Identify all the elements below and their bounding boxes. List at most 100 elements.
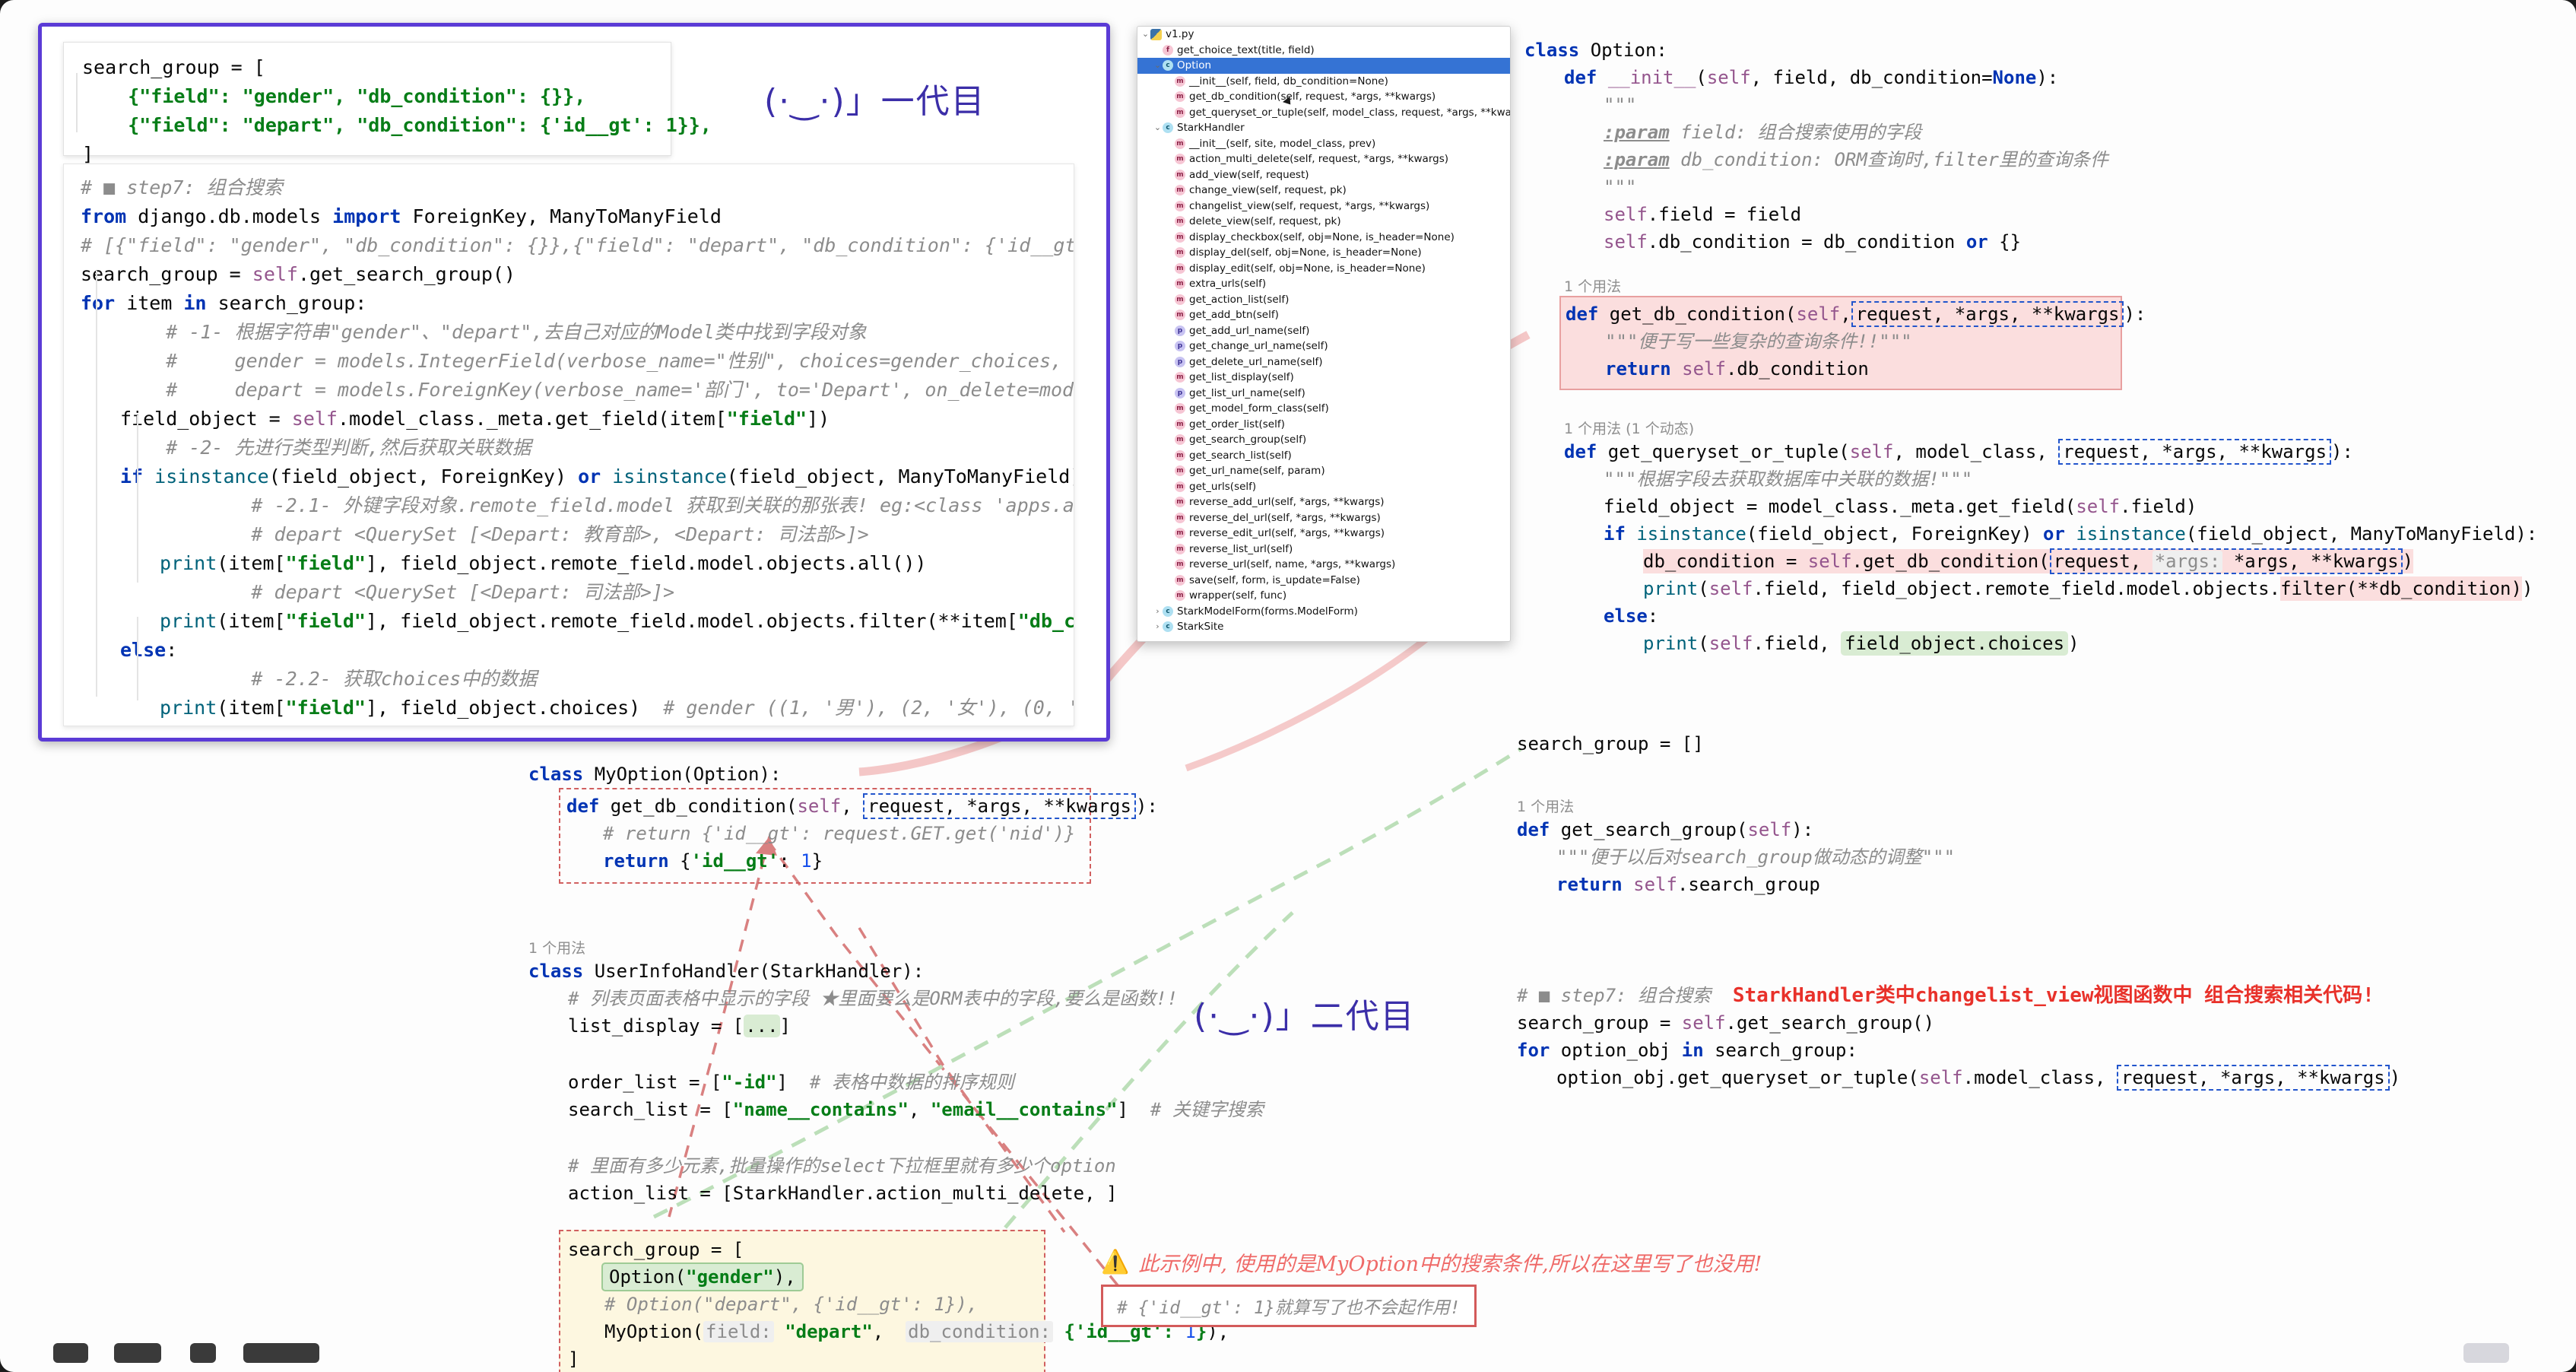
class-badge-icon: c bbox=[1163, 122, 1173, 134]
tree-row[interactable]: m get_action_list(self) bbox=[1137, 292, 1510, 308]
tree-row-label: action_multi_delete(self, request, *args… bbox=[1189, 153, 1449, 165]
indent-guide bbox=[76, 73, 78, 132]
tree-row[interactable]: m reverse_del_url(self, *args, **kwargs) bbox=[1137, 510, 1510, 526]
tree-row[interactable]: m extra_urls(self) bbox=[1137, 276, 1510, 292]
method-badge-icon: m bbox=[1175, 310, 1185, 321]
method-badge-icon: m bbox=[1175, 512, 1185, 523]
screenshot-canvas: search_group = [ {"field": "gender", "db… bbox=[0, 0, 2576, 1372]
tree-row[interactable]: p get_change_url_name(self) bbox=[1137, 338, 1510, 354]
first-gen-kaomoji-label: (·‿·)」一代目 bbox=[764, 82, 986, 121]
code-line-6: # gender = models.IntegerField(verbose_n… bbox=[166, 350, 1063, 372]
chevron-down-icon[interactable]: ⌄ bbox=[1153, 120, 1163, 136]
tree-row[interactable]: m display_edit(self, obj=None, is_header=… bbox=[1137, 261, 1510, 277]
opt-getdb-sig: def get_db_condition(self, request, *args… bbox=[1561, 300, 2146, 328]
rb-doc: """便于以后对search_group做动态的调整""" bbox=[1556, 846, 1956, 868]
tree-row[interactable]: m get_list_display(self) bbox=[1137, 370, 1510, 386]
chevron-down-icon[interactable]: ⌄ bbox=[1140, 27, 1150, 43]
rb-return: return self.search_group bbox=[1556, 874, 1820, 895]
search-group-dashed-box: search_group = [ Option("gender"), # Opt… bbox=[559, 1230, 1229, 1372]
tree-row[interactable]: ⌄ v1.py bbox=[1137, 27, 1510, 43]
tree-row[interactable]: m __init__(self, site, model_class, prev) bbox=[1137, 136, 1510, 152]
method-badge-icon: m bbox=[1175, 449, 1185, 461]
tree-row[interactable]: m save(self, form, is_update=False) bbox=[1137, 573, 1510, 589]
method-badge-icon: m bbox=[1175, 138, 1185, 149]
tree-row[interactable]: m get_urls(self) bbox=[1137, 479, 1510, 495]
tree-row[interactable]: m display_checkbox(self, obj=None, is_hea… bbox=[1137, 230, 1510, 246]
mid-def-line: def get_db_condition(self, request, *arg… bbox=[566, 792, 1158, 820]
tree-row[interactable]: m add_view(self, request) bbox=[1137, 167, 1510, 183]
tree-row[interactable]: m get_db_condition(self, request, *args, … bbox=[1137, 89, 1510, 105]
tree-row-label: extra_urls(self) bbox=[1189, 278, 1267, 290]
code-line-12: # depart <QuerySet [<Depart: 教育部>, <Depa… bbox=[160, 523, 869, 545]
tree-row[interactable]: m get_add_btn(self) bbox=[1137, 307, 1510, 323]
opt-assign-db: self.db_condition = db_condition or {} bbox=[1604, 231, 2022, 252]
tree-row[interactable]: f get_choice_text(title, field) bbox=[1137, 43, 1510, 59]
tree-row[interactable]: m reverse_url(self, name, *args, **kwargs… bbox=[1137, 557, 1510, 573]
tree-row[interactable]: m changelist_view(self, request, *args, *… bbox=[1137, 198, 1510, 214]
mid-comment-line: # return {'id__gt': request.GET.get('nid… bbox=[603, 823, 1076, 844]
tree-row[interactable]: m get_queryset_or_tuple(self, model_class… bbox=[1137, 105, 1510, 121]
tree-row-label: __init__(self, field, db_condition=None) bbox=[1189, 75, 1388, 87]
tree-row-label: display_edit(self, obj=None, is_header=N… bbox=[1189, 262, 1426, 275]
tree-row[interactable]: m get_order_list(self) bbox=[1137, 417, 1510, 433]
tree-row[interactable]: m reverse_edit_url(self, *args, **kwargs) bbox=[1137, 526, 1510, 541]
mid-order-list: order_list = ["-id"] # 表格中数据的排序规则 bbox=[568, 1072, 1014, 1093]
tree-row[interactable]: ⌄ c StarkHandler bbox=[1137, 120, 1510, 136]
tree-row[interactable]: m get_url_name(self, param) bbox=[1137, 463, 1510, 479]
tree-row-label: get_model_form_class(self) bbox=[1189, 402, 1329, 414]
tree-row[interactable]: m get_search_list(self) bbox=[1137, 448, 1510, 464]
opt-gqot-else: else: bbox=[1604, 605, 1659, 627]
snippet-line-2: {"field": "depart", "db_condition": {'id… bbox=[82, 114, 712, 136]
usage-label-1: 1 个用法 bbox=[1564, 278, 1622, 295]
tree-row-label: get_queryset_or_tuple(self, model_class,… bbox=[1189, 106, 1511, 119]
tree-row[interactable]: m get_model_form_class(self) bbox=[1137, 401, 1510, 417]
tree-row[interactable]: m wrapper(self, func) bbox=[1137, 588, 1510, 604]
class-badge-icon: c bbox=[1163, 621, 1173, 633]
opt-gqot-doc: """根据字段去获取数据库中关联的数据!""" bbox=[1604, 468, 1973, 490]
tree-row[interactable]: m __init__(self, field, db_condition=None… bbox=[1137, 74, 1510, 90]
first-generation-panel: search_group = [ {"field": "gender", "db… bbox=[38, 23, 1110, 742]
indent-guide-1 bbox=[96, 271, 97, 697]
get-db-condition-highlight: def get_db_condition(self, request, *args… bbox=[1559, 296, 2146, 390]
method-badge-icon: m bbox=[1175, 247, 1185, 259]
mid-action-list: action_list = [StarkHandler.action_multi… bbox=[568, 1183, 1118, 1204]
tree-row[interactable]: p get_list_url_name(self) bbox=[1137, 386, 1510, 402]
method-badge-icon: m bbox=[1175, 231, 1185, 243]
class-badge-icon: c bbox=[1163, 605, 1173, 617]
mydbcondition-dashed-box: def get_db_condition(self, request, *arg… bbox=[559, 788, 1158, 884]
warning-text: 此示例中, 使用的是MyOption中的搜索条件,所以在这里写了也没用! bbox=[1138, 1253, 1762, 1276]
tree-row[interactable]: m action_multi_delete(self, request, *arg… bbox=[1137, 151, 1510, 167]
usage-label-2: 1 个用法 (1 个动态) bbox=[1564, 421, 1695, 437]
code-line-4: for item in search_group: bbox=[81, 292, 367, 314]
code-line-3: search_group = self.get_search_group() bbox=[81, 263, 516, 285]
tree-row[interactable]: › c StarkSite bbox=[1137, 619, 1510, 635]
tree-row[interactable]: p get_delete_url_name(self) bbox=[1137, 354, 1510, 370]
tree-row-label: reverse_edit_url(self, *args, **kwargs) bbox=[1189, 527, 1385, 539]
warning-triangle-icon: ⚠️ bbox=[1101, 1249, 1130, 1275]
opt-init-sig: def __init__(self, field, db_condition=N… bbox=[1564, 67, 2059, 88]
property-badge-icon: p bbox=[1175, 341, 1185, 352]
tree-row-label: save(self, form, is_update=False) bbox=[1189, 573, 1360, 586]
tree-row[interactable]: m delete_view(self, request, pk) bbox=[1137, 214, 1510, 230]
opt-gqot-print2: print(self.field, field_object.choices) bbox=[1643, 631, 2080, 656]
tree-row-label: wrapper(self, func) bbox=[1189, 589, 1287, 602]
tree-row[interactable]: › c StarkModelForm(forms.ModelForm) bbox=[1137, 604, 1510, 620]
opt-assign-field: self.field = field bbox=[1604, 204, 1802, 225]
tree-row[interactable]: p get_add_url_name(self) bbox=[1137, 323, 1510, 339]
file-structure-tree[interactable]: ⌄ v1.py f get_choice_text(title, field) ⌄ c Op… bbox=[1137, 26, 1511, 642]
option-class-code: class Option: def __init__(self, field, … bbox=[1524, 37, 2543, 657]
chevron-right-icon[interactable]: › bbox=[1153, 619, 1163, 635]
chevron-down-icon[interactable]: ⌄ bbox=[1153, 58, 1163, 74]
tree-row[interactable]: m change_view(self, request, pk) bbox=[1137, 183, 1510, 198]
tree-row[interactable]: ⌄ c Option bbox=[1137, 58, 1510, 74]
opt-gqot-if: if isinstance(field_object, ForeignKey) … bbox=[1604, 523, 2538, 545]
taskbar-chip-3 bbox=[190, 1343, 216, 1363]
tree-row[interactable]: m display_del(self, obj=None, is_header=N… bbox=[1137, 245, 1510, 261]
chevron-right-icon[interactable]: › bbox=[1153, 604, 1163, 620]
tree-row[interactable]: m reverse_list_url(self) bbox=[1137, 541, 1510, 557]
tree-row-label: get_search_list(self) bbox=[1189, 449, 1292, 462]
mid-handler-class: class UserInfoHandler(StarkHandler): bbox=[528, 961, 925, 982]
tree-row[interactable]: m get_search_group(self) bbox=[1137, 432, 1510, 448]
tree-row-label: get_add_url_name(self) bbox=[1189, 324, 1310, 337]
tree-row[interactable]: m reverse_add_url(self, *args, **kwargs) bbox=[1137, 494, 1510, 510]
